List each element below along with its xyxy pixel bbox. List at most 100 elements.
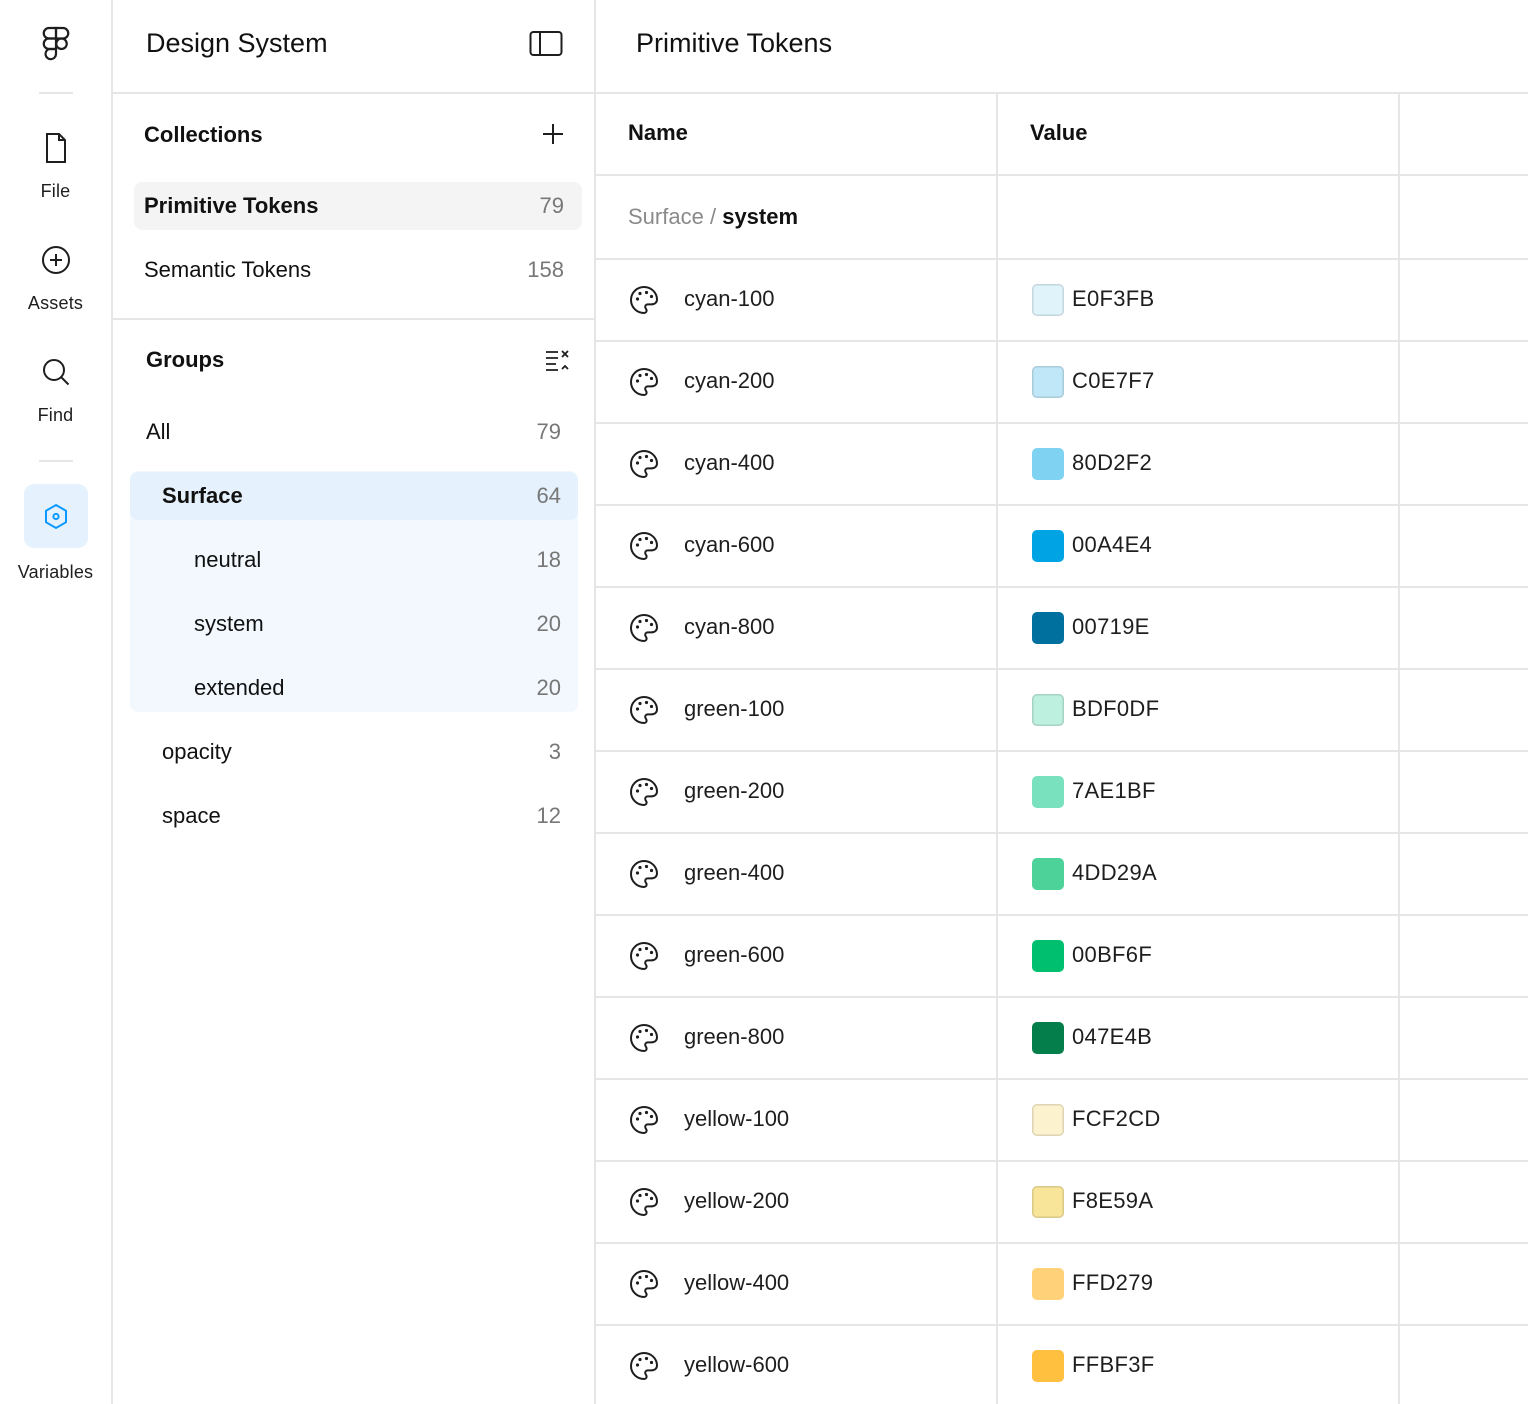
variables-button[interactable] bbox=[23, 484, 88, 548]
table-row[interactable]: green-100 BDF0DF bbox=[596, 670, 1528, 752]
variable-value[interactable]: 7AE1BF bbox=[1072, 778, 1156, 804]
color-swatch[interactable] bbox=[1032, 530, 1064, 562]
group-label: extended bbox=[194, 675, 285, 700]
variable-value[interactable]: 00719E bbox=[1072, 614, 1150, 640]
table-row[interactable]: yellow-200 F8E59A bbox=[596, 1162, 1528, 1244]
panel-header: Design System bbox=[113, 0, 594, 94]
group-item-system[interactable]: system 20 bbox=[130, 600, 578, 648]
palette-icon bbox=[628, 448, 660, 480]
collection-label: Primitive Tokens bbox=[144, 193, 319, 218]
collapse-groups-icon[interactable] bbox=[543, 347, 571, 375]
table-body: cyan-100 E0F3FB cyan-200 C0E7F7 cyan-400 80D2… bbox=[596, 260, 1528, 1404]
table-row[interactable]: cyan-200 C0E7F7 bbox=[596, 342, 1528, 424]
color-swatch[interactable] bbox=[1032, 1104, 1064, 1136]
table-row[interactable]: cyan-400 80D2F2 bbox=[596, 424, 1528, 506]
group-item-neutral[interactable]: neutral 18 bbox=[130, 536, 578, 584]
palette-icon bbox=[628, 1104, 660, 1136]
color-swatch[interactable] bbox=[1032, 366, 1064, 398]
table-row[interactable]: green-800 047E4B bbox=[596, 998, 1528, 1080]
collection-item[interactable]: Primitive Tokens 79 bbox=[134, 182, 582, 230]
table-row[interactable]: cyan-100 E0F3FB bbox=[596, 260, 1528, 342]
group-item-opacity[interactable]: opacity 3 bbox=[130, 728, 578, 776]
table-row[interactable]: yellow-100 FCF2CD bbox=[596, 1080, 1528, 1162]
plus-circle-icon bbox=[41, 246, 70, 274]
table-row[interactable]: cyan-600 00A4E4 bbox=[596, 506, 1528, 588]
sidebar-toggle-icon[interactable] bbox=[529, 30, 563, 58]
color-swatch[interactable] bbox=[1032, 858, 1064, 890]
rail-item-file[interactable]: File bbox=[0, 131, 111, 202]
variable-value[interactable]: C0E7F7 bbox=[1072, 368, 1155, 394]
rail-item-assets[interactable]: Assets bbox=[0, 243, 111, 314]
variable-value[interactable]: 00BF6F bbox=[1072, 942, 1152, 968]
add-collection-icon[interactable] bbox=[541, 122, 565, 146]
variable-value[interactable]: 80D2F2 bbox=[1072, 450, 1152, 476]
table-header-bar: Primitive Tokens bbox=[596, 0, 1528, 94]
palette-icon bbox=[628, 1022, 660, 1054]
variable-value[interactable]: BDF0DF bbox=[1072, 696, 1159, 722]
variable-name[interactable]: green-600 bbox=[684, 942, 784, 968]
color-swatch[interactable] bbox=[1032, 1268, 1064, 1300]
variable-value[interactable]: 047E4B bbox=[1072, 1024, 1152, 1050]
variable-value[interactable]: FFD279 bbox=[1072, 1270, 1153, 1296]
variable-value[interactable]: E0F3FB bbox=[1072, 286, 1155, 312]
variable-name[interactable]: yellow-600 bbox=[684, 1352, 789, 1378]
variable-name[interactable]: green-800 bbox=[684, 1024, 784, 1050]
collection-item[interactable]: Semantic Tokens 158 bbox=[134, 246, 582, 294]
variable-name[interactable]: cyan-100 bbox=[684, 286, 775, 312]
table-row[interactable]: cyan-800 00719E bbox=[596, 588, 1528, 670]
palette-icon bbox=[628, 1268, 660, 1300]
figma-logo-icon[interactable] bbox=[40, 26, 72, 62]
variable-value[interactable]: F8E59A bbox=[1072, 1188, 1153, 1214]
collections-heading: Collections bbox=[144, 122, 263, 147]
palette-icon bbox=[628, 694, 660, 726]
color-swatch[interactable] bbox=[1032, 776, 1064, 808]
rail-label-variables: Variables bbox=[17, 562, 94, 582]
color-swatch[interactable] bbox=[1032, 1186, 1064, 1218]
color-swatch[interactable] bbox=[1032, 284, 1064, 316]
variable-name[interactable]: green-400 bbox=[684, 860, 784, 886]
color-swatch[interactable] bbox=[1032, 448, 1064, 480]
group-label: All bbox=[146, 419, 171, 444]
group-label: system bbox=[194, 611, 264, 636]
variable-name[interactable]: yellow-400 bbox=[684, 1270, 789, 1296]
table-row[interactable]: yellow-400 FFD279 bbox=[596, 1244, 1528, 1326]
palette-icon bbox=[628, 1350, 660, 1382]
variable-name[interactable]: cyan-200 bbox=[684, 368, 775, 394]
group-label: Surface bbox=[162, 483, 243, 508]
color-swatch[interactable] bbox=[1032, 1350, 1064, 1382]
rail-item-variables[interactable]: Variables bbox=[0, 484, 111, 583]
rail-label-assets: Assets bbox=[27, 293, 84, 313]
column-header-value[interactable]: Value bbox=[1030, 120, 1087, 146]
collections-section: Collections Primitive Tokens 79 Semantic… bbox=[113, 94, 594, 320]
variable-value[interactable]: 4DD29A bbox=[1072, 860, 1157, 886]
group-breadcrumb-row: Surface / system bbox=[596, 176, 1528, 260]
group-item-all[interactable]: All 79 bbox=[130, 408, 578, 456]
color-swatch[interactable] bbox=[1032, 612, 1064, 644]
collections-panel: Design System Collections Primitive Toke… bbox=[113, 0, 596, 1404]
breadcrumb-parent[interactable]: Surface bbox=[628, 204, 704, 229]
variable-name[interactable]: green-200 bbox=[684, 778, 784, 804]
table-row[interactable]: yellow-600 FFBF3F bbox=[596, 1326, 1528, 1404]
variable-name[interactable]: yellow-100 bbox=[684, 1106, 789, 1132]
variable-value[interactable]: FFBF3F bbox=[1072, 1352, 1154, 1378]
column-header-name[interactable]: Name bbox=[628, 120, 688, 146]
color-swatch[interactable] bbox=[1032, 940, 1064, 972]
table-row[interactable]: green-600 00BF6F bbox=[596, 916, 1528, 998]
color-swatch[interactable] bbox=[1032, 1022, 1064, 1054]
variable-value[interactable]: FCF2CD bbox=[1072, 1106, 1161, 1132]
variable-name[interactable]: cyan-600 bbox=[684, 532, 775, 558]
rail-item-find[interactable]: Find bbox=[0, 355, 111, 426]
variable-name[interactable]: cyan-400 bbox=[684, 450, 775, 476]
table-row[interactable]: green-400 4DD29A bbox=[596, 834, 1528, 916]
variable-name[interactable]: green-100 bbox=[684, 696, 784, 722]
table-row[interactable]: green-200 7AE1BF bbox=[596, 752, 1528, 834]
color-swatch[interactable] bbox=[1032, 694, 1064, 726]
group-count: 79 bbox=[536, 419, 561, 444]
palette-icon bbox=[628, 940, 660, 972]
variable-value[interactable]: 00A4E4 bbox=[1072, 532, 1152, 558]
group-item-extended[interactable]: extended 20 bbox=[130, 664, 578, 712]
group-item-space[interactable]: space 12 bbox=[130, 792, 578, 840]
group-item-surface[interactable]: Surface 64 bbox=[130, 472, 578, 520]
variable-name[interactable]: yellow-200 bbox=[684, 1188, 789, 1214]
variable-name[interactable]: cyan-800 bbox=[684, 614, 775, 640]
